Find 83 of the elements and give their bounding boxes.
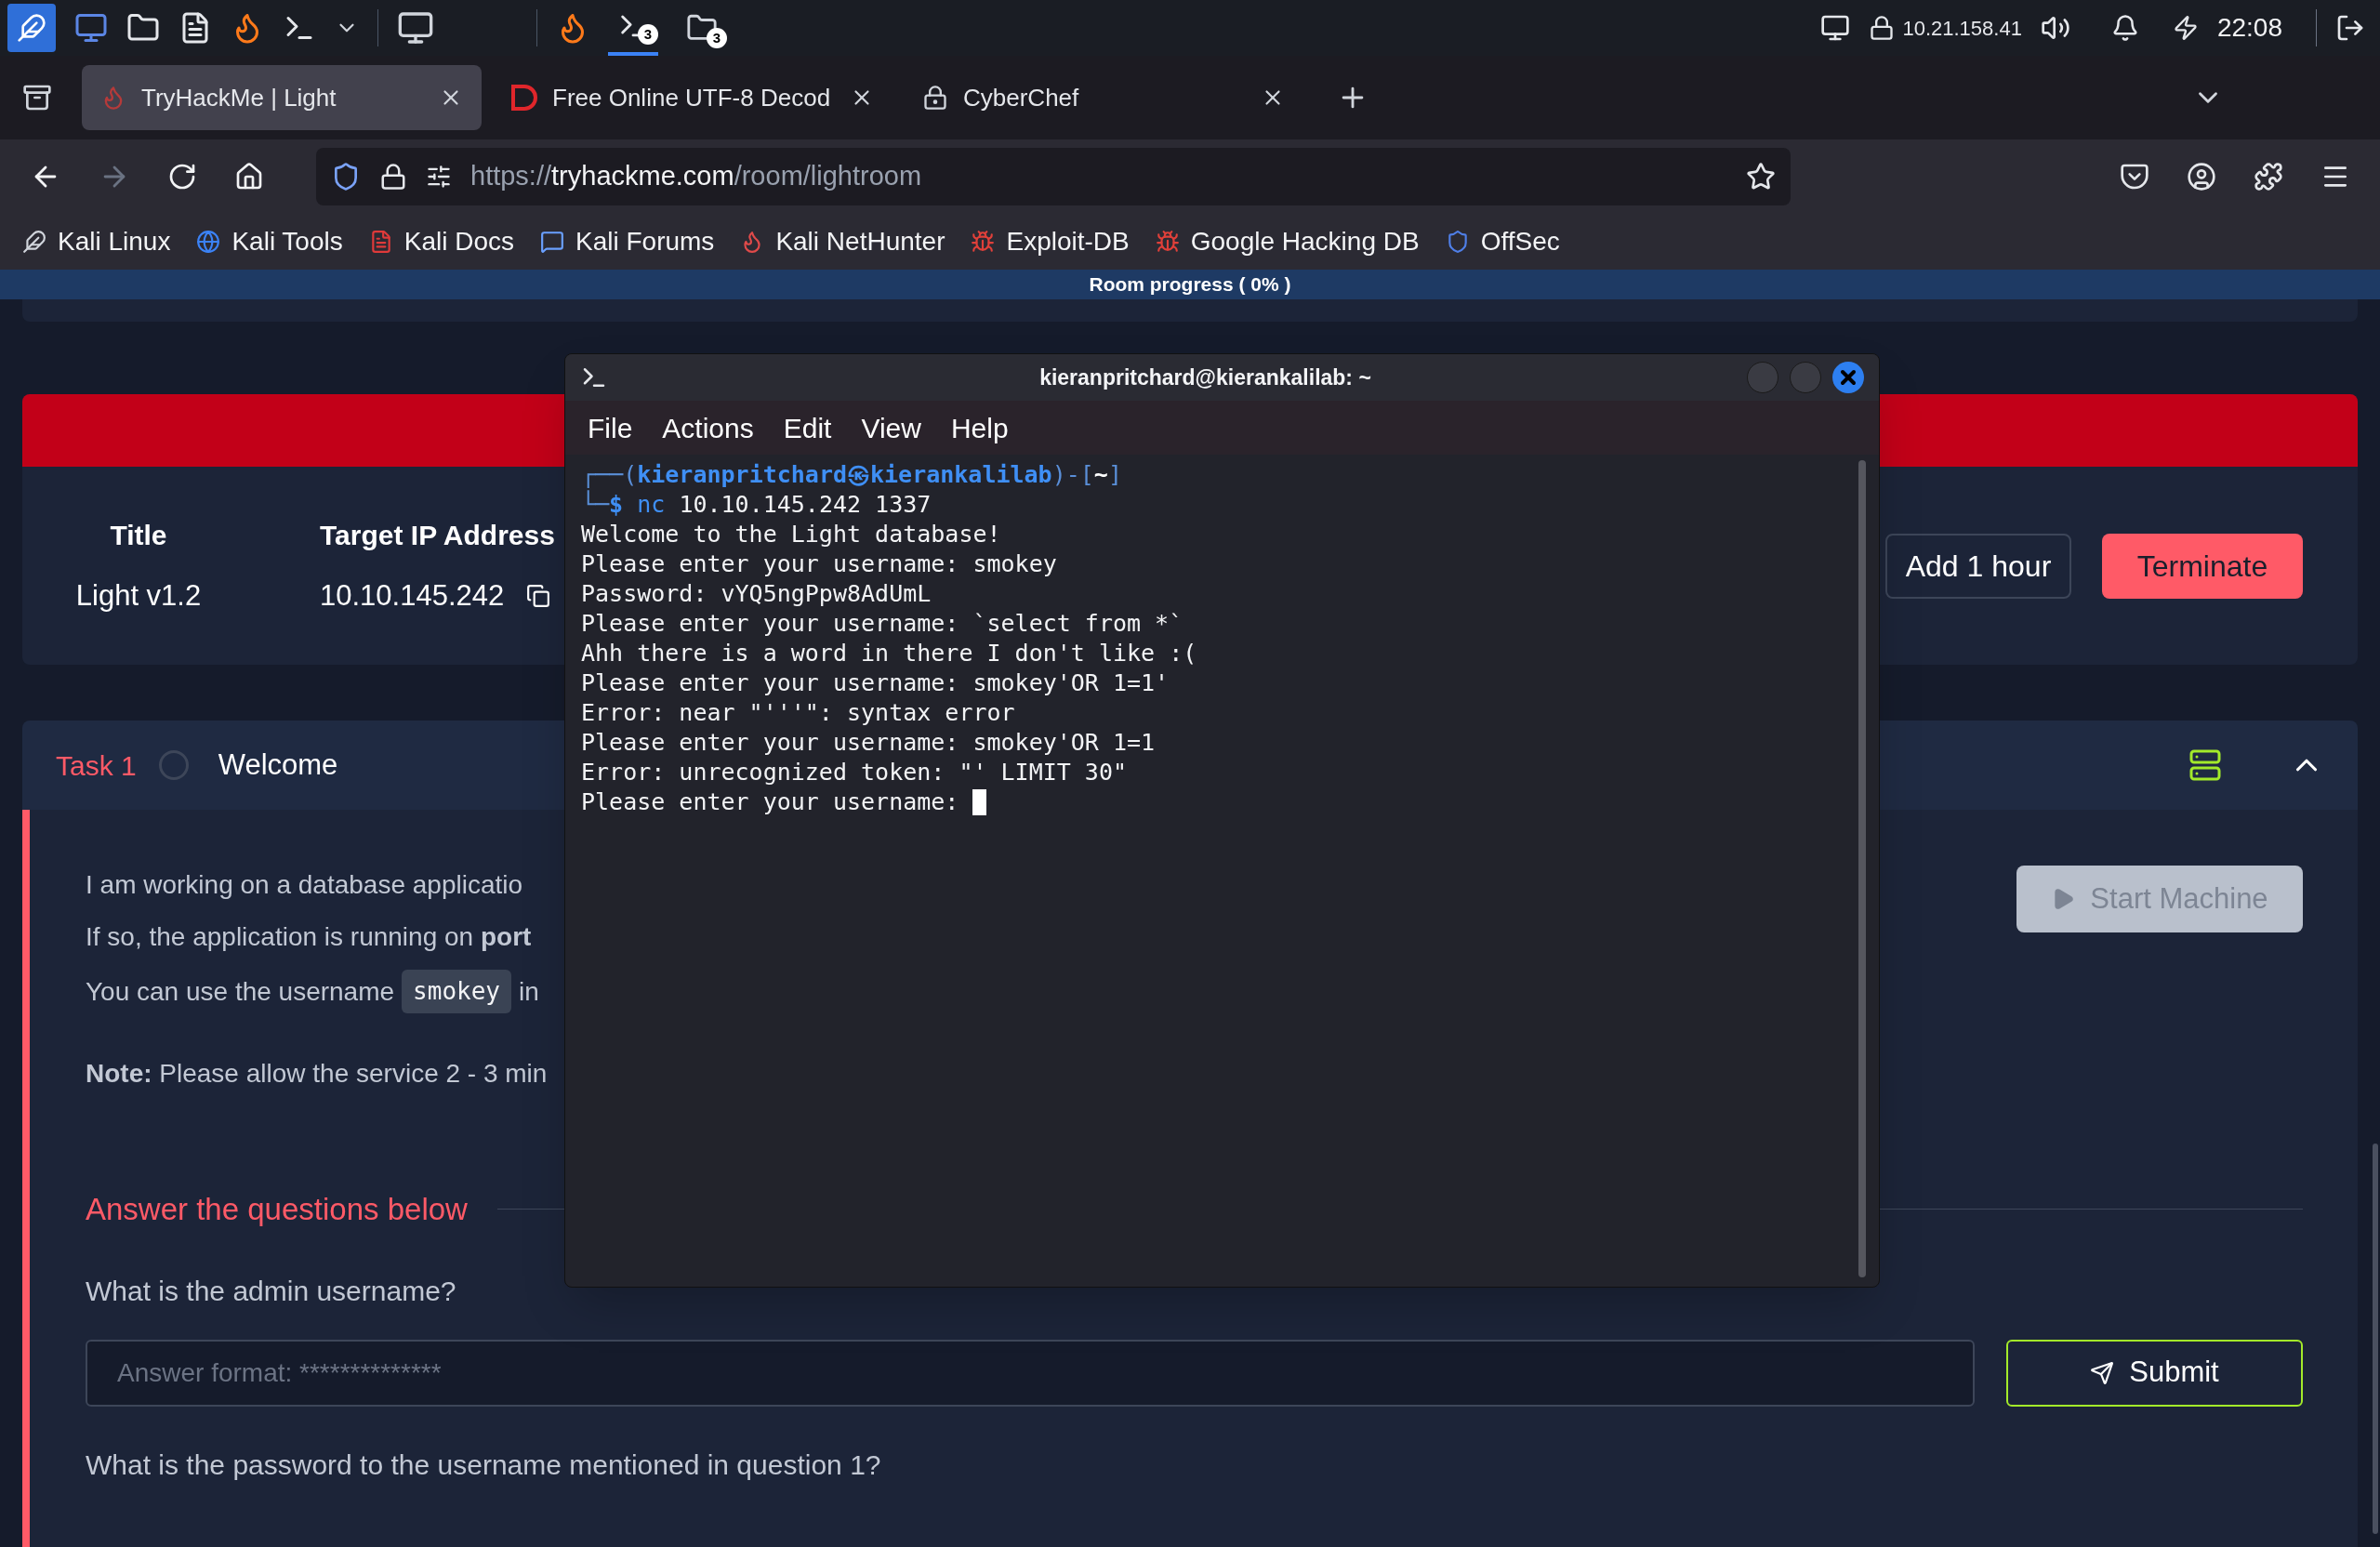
add-hour-button[interactable]: Add 1 hour	[1885, 533, 2071, 599]
inline-code: smokey	[402, 970, 511, 1013]
globe-icon	[196, 230, 221, 254]
question-text: What is the password to the username mentioned in question 1?	[86, 1448, 882, 1482]
terminal-line: Please enter your username: smokey'OR 1=1'	[581, 668, 1170, 698]
bookmark-link[interactable]: OffSec	[1445, 222, 1560, 261]
send-icon	[2090, 1360, 2115, 1385]
column-value: Light v1.2	[75, 577, 202, 614]
chat-icon	[540, 230, 564, 254]
reload-icon[interactable]	[167, 162, 197, 192]
menu-item[interactable]: View	[861, 406, 921, 449]
terminal-line: Error: near "'''": syntax error	[581, 698, 1016, 728]
bookmark-link[interactable]: Exploit-DB	[971, 222, 1130, 261]
terminal-line: Error: unrecognized token: "' LIMIT 30"	[581, 758, 1128, 787]
bookmark-star-icon[interactable]	[1746, 162, 1776, 192]
terminal-line: Please enter your username:	[581, 787, 959, 817]
task-title: Welcome	[218, 747, 338, 783]
tab-favicon-icon	[511, 85, 537, 111]
bookmark-link[interactable]: Kali Forums	[540, 222, 715, 261]
menu-item[interactable]: File	[588, 406, 633, 449]
terminal-line: Please enter your username: smokey	[581, 549, 1058, 579]
power-icon[interactable]	[2172, 15, 2199, 41]
menu-item[interactable]: Actions	[662, 406, 754, 449]
paragraph-text: You can use the username	[86, 975, 395, 1008]
column-heading: Target IP Address	[320, 518, 555, 552]
bookmark-link[interactable]: Kali Linux	[22, 222, 171, 261]
account-icon[interactable]	[2187, 162, 2216, 192]
clock: 22:08	[2216, 12, 2282, 44]
column-heading: Title	[110, 518, 167, 552]
extensions-icon[interactable]	[2254, 162, 2283, 192]
column-value: 10.10.145.242	[320, 577, 505, 614]
vpn-lock-icon	[1869, 15, 1896, 41]
terminal-line: Password: vYQ5ngPpw8AdUmL	[581, 579, 932, 609]
terminal-prompt: ┌──(kieranpritchard㉿kierankalilab)-[~]	[581, 460, 1123, 490]
taskbar-app[interactable]: 3	[677, 0, 727, 56]
terminal-line: Ahh there is a word in there I don't like :(	[581, 639, 1198, 668]
bookmark-link[interactable]: Kali Docs	[368, 222, 514, 261]
url-field[interactable]: https://tryhackme.com/room/lightroom	[316, 148, 1791, 205]
close-button[interactable]	[1832, 362, 1864, 393]
tab-favicon-icon	[922, 85, 948, 111]
workspace-icon[interactable]	[397, 9, 434, 46]
feather-icon	[17, 13, 46, 43]
tab-overview-icon[interactable]	[22, 83, 52, 112]
copy-icon[interactable]	[526, 584, 551, 608]
count-badge: 3	[638, 24, 658, 45]
paragraph-text: I am working on a database applicatio	[86, 869, 523, 901]
paragraph-text: If so, the application is running on port	[86, 921, 532, 953]
menu-item[interactable]: Help	[950, 406, 1009, 449]
permissions-icon	[426, 164, 452, 190]
home-icon[interactable]	[234, 162, 264, 192]
menu-item[interactable]: Edit	[783, 406, 832, 449]
bookmark-link[interactable]: Kali Tools	[196, 222, 343, 261]
browser-tab[interactable]: Free Online UTF-8 Decod	[493, 65, 892, 130]
feather-icon	[22, 230, 46, 254]
terminal-command: └─$ nc 10.10.145.242 1337	[581, 490, 932, 520]
bug-icon	[1155, 230, 1180, 254]
pocket-icon[interactable]	[2120, 162, 2149, 192]
text-cursor	[972, 789, 987, 815]
bookmark-link[interactable]: Google Hacking DB	[1155, 222, 1420, 261]
task-number: Task 1	[56, 748, 137, 783]
paragraph-text: in	[519, 975, 539, 1008]
window-title: kieranpritchard@kierankalilab: ~	[1039, 364, 1371, 391]
terminal-line: Please enter your username: smokey'OR 1=1	[581, 728, 1157, 758]
answer-field[interactable]: Answer format: **************	[86, 1339, 1975, 1407]
submit-button[interactable]: Submit	[2006, 1339, 2303, 1407]
desktop-icon[interactable]	[74, 11, 108, 45]
question-text: What is the admin username?	[86, 1274, 457, 1308]
browser-tab[interactable]: TryHackMe | Light	[82, 65, 482, 130]
section-heading: Answer the questions below	[86, 1191, 468, 1228]
bug-icon	[971, 230, 996, 254]
paragraph-text: Note: Please allow the service 2 - 3 min	[86, 1058, 548, 1090]
count-badge: 3	[707, 28, 727, 48]
progress-label: Room progress ( 0% )	[1089, 272, 1291, 298]
browser-tab[interactable]: CyberChef	[904, 65, 1303, 130]
start-menu-button[interactable]	[7, 4, 56, 52]
lock-icon	[379, 163, 407, 191]
terminal-line: Please enter your username: `select from *`	[581, 609, 1184, 639]
terminate-button[interactable]: Terminate	[2102, 533, 2303, 599]
terminal-line: Welcome to the Light database!	[581, 520, 1002, 549]
bookmark-link[interactable]: Kali NetHunter	[740, 222, 945, 261]
server-icon	[2188, 748, 2222, 782]
logout-icon[interactable]	[2335, 13, 2365, 43]
ip-address: 10.21.158.41	[1902, 15, 2022, 42]
